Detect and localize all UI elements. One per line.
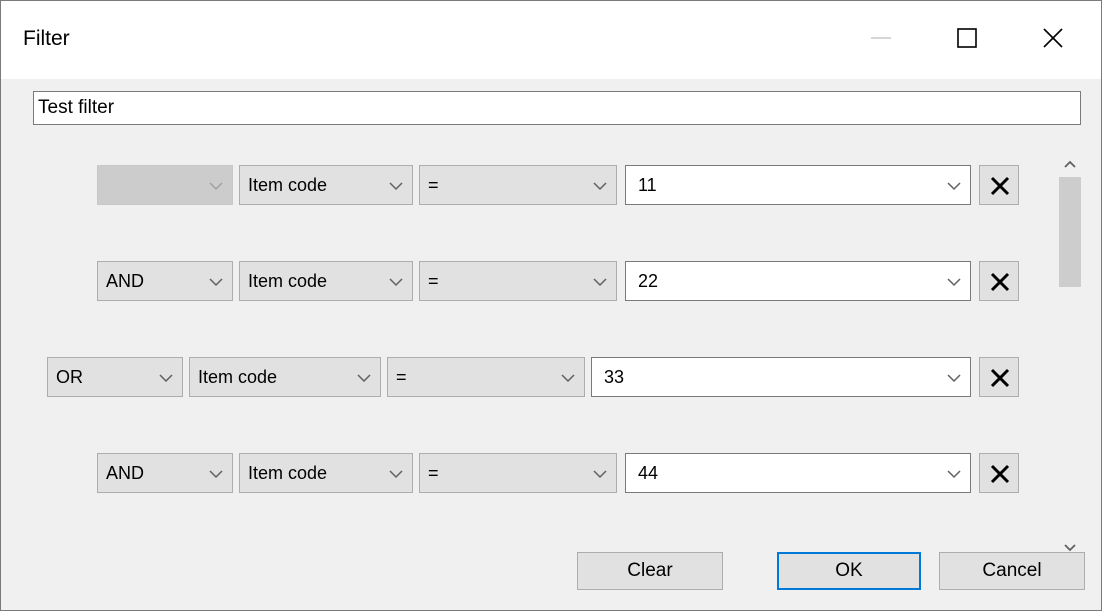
cancel-button[interactable]: Cancel: [939, 552, 1085, 590]
chevron-down-icon: [209, 278, 223, 287]
logic-select[interactable]: OR: [47, 357, 183, 397]
operator-select[interactable]: =: [419, 165, 617, 205]
chevron-down-icon: [389, 470, 403, 479]
close-button[interactable]: [1021, 1, 1085, 79]
remove-row-button[interactable]: [979, 261, 1019, 301]
filter-dialog: Filter Item code: [0, 0, 1102, 611]
delete-x-icon: [990, 368, 1010, 388]
chevron-down-icon: [593, 470, 607, 479]
field-select-value: Item code: [248, 271, 328, 291]
chevron-down-icon: [357, 374, 371, 383]
operator-select[interactable]: =: [419, 261, 617, 301]
filter-row: AND Item code = 44: [97, 453, 1037, 493]
field-select[interactable]: Item code: [239, 165, 413, 205]
filter-rows: Item code = 11 AND Item code = 22 OR Ite…: [1, 137, 1051, 537]
remove-row-button[interactable]: [979, 165, 1019, 205]
minimize-icon: [871, 37, 891, 39]
chevron-down-icon: [389, 182, 403, 191]
delete-x-icon: [990, 176, 1010, 196]
value-combo-text: 22: [638, 271, 659, 291]
chevron-down-icon: [947, 182, 961, 191]
field-select[interactable]: Item code: [189, 357, 381, 397]
maximize-button[interactable]: [935, 1, 999, 79]
chevron-up-icon: [1064, 160, 1076, 168]
vertical-scrollbar[interactable]: [1053, 139, 1087, 559]
chevron-down-icon: [561, 374, 575, 383]
field-select-value: Item code: [248, 463, 328, 483]
field-select-value: Item code: [198, 367, 278, 387]
title-bar: Filter: [1, 1, 1101, 79]
clear-button[interactable]: Clear: [577, 552, 723, 590]
filter-name-input[interactable]: [33, 91, 1081, 125]
value-combo-text: 44: [638, 463, 659, 483]
value-combo[interactable]: 22: [625, 261, 971, 301]
field-select-value: Item code: [248, 175, 328, 195]
filter-row: AND Item code = 22: [97, 261, 1037, 301]
chevron-down-icon: [209, 182, 223, 191]
window-title: Filter: [23, 27, 70, 50]
value-combo-text: 11: [638, 175, 657, 195]
close-icon: [1043, 28, 1063, 48]
logic-select[interactable]: AND: [97, 261, 233, 301]
delete-x-icon: [990, 272, 1010, 292]
logic-select-value: AND: [106, 271, 145, 291]
remove-row-button[interactable]: [979, 357, 1019, 397]
chevron-down-icon: [159, 374, 173, 383]
chevron-down-icon: [947, 470, 961, 479]
chevron-down-icon: [947, 278, 961, 287]
operator-select-value: =: [428, 271, 439, 291]
scroll-thumb[interactable]: [1059, 177, 1081, 287]
operator-select[interactable]: =: [387, 357, 585, 397]
operator-select[interactable]: =: [419, 453, 617, 493]
operator-select-value: =: [428, 463, 439, 483]
value-combo[interactable]: 33: [591, 357, 971, 397]
chevron-down-icon: [389, 278, 403, 287]
logic-select-value: OR: [56, 367, 83, 387]
chevron-down-icon: [593, 278, 607, 287]
logic-select-value: AND: [106, 463, 145, 483]
chevron-down-icon: [593, 182, 607, 191]
value-combo[interactable]: 11: [625, 165, 971, 205]
operator-select-value: =: [428, 175, 439, 195]
maximize-icon: [957, 28, 977, 48]
scroll-up-button[interactable]: [1053, 147, 1087, 181]
field-select[interactable]: Item code: [239, 453, 413, 493]
filter-row: OR Item code = 33: [47, 357, 1037, 397]
value-combo-text: 33: [604, 367, 625, 387]
chevron-down-icon: [209, 470, 223, 479]
remove-row-button[interactable]: [979, 453, 1019, 493]
ok-button[interactable]: OK: [777, 552, 921, 590]
logic-select[interactable]: AND: [97, 453, 233, 493]
field-select[interactable]: Item code: [239, 261, 413, 301]
chevron-down-icon: [947, 374, 961, 383]
minimize-button: [849, 1, 913, 79]
value-combo[interactable]: 44: [625, 453, 971, 493]
delete-x-icon: [990, 464, 1010, 484]
filter-row: Item code = 11: [97, 165, 1037, 205]
operator-select-value: =: [396, 367, 407, 387]
logic-select: [97, 165, 233, 205]
